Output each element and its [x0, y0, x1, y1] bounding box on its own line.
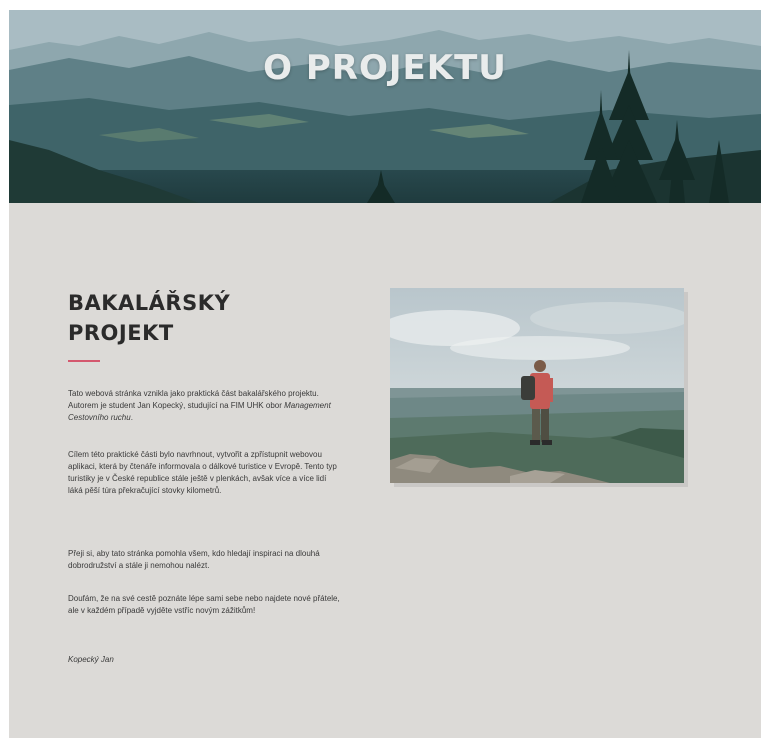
- paragraph-intro: Tato webová stránka vznikla jako praktic…: [68, 388, 343, 424]
- hiker-photo: [390, 288, 684, 483]
- paragraph-intro-start: Tato webová stránka vznikla jako praktic…: [68, 389, 319, 410]
- section-heading-line1: BAKALÁŘSKÝ: [68, 291, 231, 315]
- hero-banner: O PROJEKTU: [9, 10, 761, 203]
- page: O PROJEKTU BAKALÁŘSKÝ PROJEKT Tato webov…: [9, 10, 761, 738]
- paragraph-intro-end: .: [130, 413, 133, 422]
- hero-landscape-image: [9, 10, 761, 203]
- hiker-landscape-image: [390, 288, 684, 483]
- heading-accent-divider: [68, 360, 100, 362]
- paragraph-wish: Přeji si, aby tato stránka pomohla všem,…: [68, 549, 320, 570]
- section-heading-line2: PROJEKT: [68, 321, 174, 345]
- page-title: O PROJEKTU: [263, 48, 507, 88]
- section-heading: BAKALÁŘSKÝ PROJEKT: [68, 288, 328, 348]
- author-signature: Kopecký Jan: [68, 655, 114, 664]
- paragraph-hope: Doufám, že na své cestě poznáte lépe sam…: [68, 594, 340, 615]
- paragraph-goal: Cílem této praktické části bylo navrhnou…: [68, 450, 337, 495]
